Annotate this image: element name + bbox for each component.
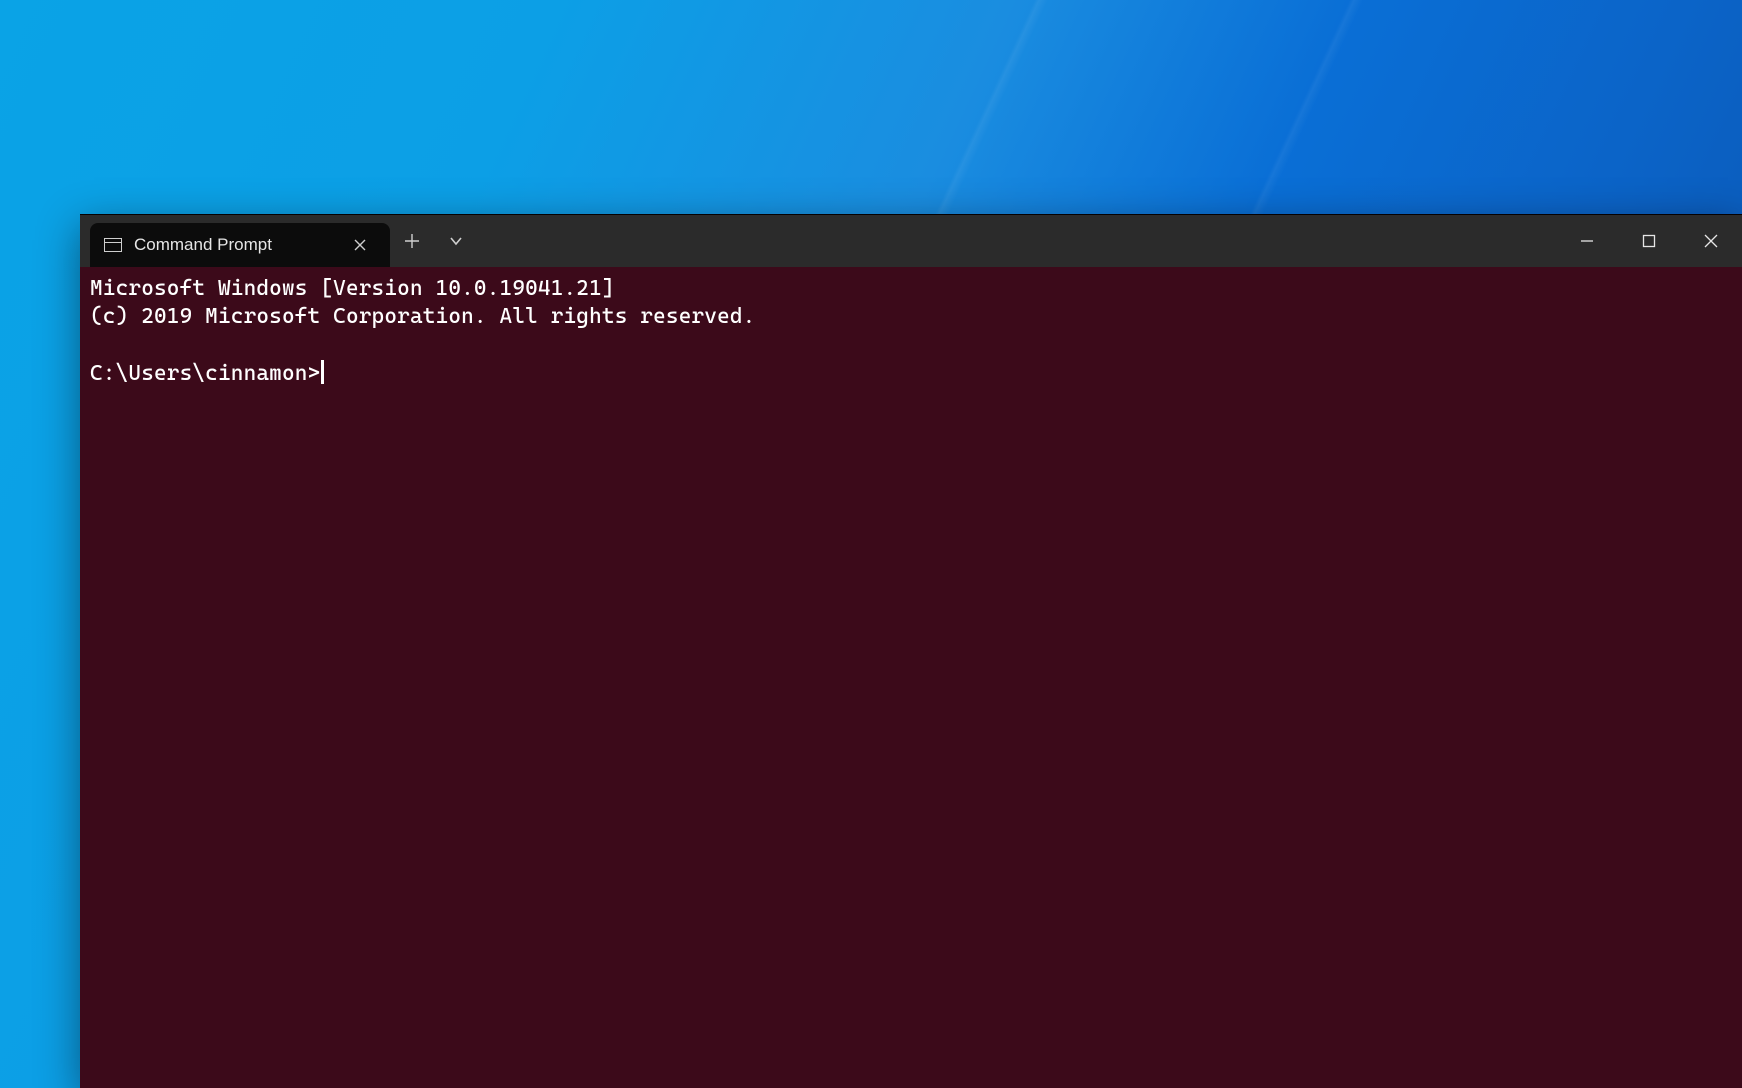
titlebar[interactable]: Command Prompt [80, 215, 1742, 267]
terminal-line: Microsoft Windows [Version 10.0.19041.21… [90, 276, 615, 301]
terminal-window: Command Prompt Microsoft Windows [Versi [80, 214, 1742, 1088]
close-icon [354, 239, 366, 251]
minimize-icon [1580, 234, 1594, 248]
maximize-icon [1642, 234, 1656, 248]
tab-label: Command Prompt [134, 235, 272, 255]
window-controls [1556, 215, 1742, 267]
tab-command-prompt[interactable]: Command Prompt [90, 223, 390, 267]
cursor [321, 360, 324, 384]
terminal-line: (c) 2019 Microsoft Corporation. All righ… [90, 304, 755, 329]
terminal-prompt: C:\Users\cinnamon> [90, 361, 320, 386]
plus-icon [404, 233, 420, 249]
close-window-button[interactable] [1680, 215, 1742, 267]
close-icon [1704, 234, 1718, 248]
tab-dropdown-button[interactable] [434, 215, 478, 267]
maximize-button[interactable] [1618, 215, 1680, 267]
chevron-down-icon [449, 234, 463, 248]
tab-strip: Command Prompt [80, 215, 390, 267]
command-prompt-icon [104, 238, 122, 252]
tab-close-button[interactable] [346, 231, 374, 259]
new-tab-button[interactable] [390, 215, 434, 267]
minimize-button[interactable] [1556, 215, 1618, 267]
terminal-output[interactable]: Microsoft Windows [Version 10.0.19041.21… [80, 267, 1742, 1088]
